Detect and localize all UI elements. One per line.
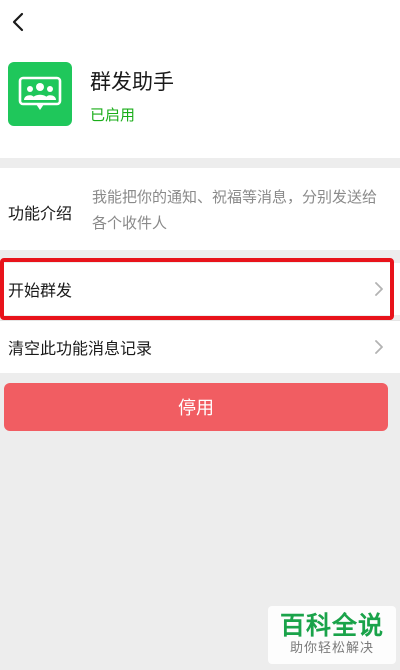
intro-text: 我能把你的通知、祝福等消息，分别发送给各个收件人 [92,188,378,232]
watermark-subtitle: 助你轻松解决 [289,641,374,656]
app-name: 群发助手 [90,70,174,94]
clear-records-label: 清空此功能消息记录 [8,339,153,358]
group-chat-icon [8,62,72,126]
chevron-right-icon [375,282,383,296]
clear-records-row[interactable]: 清空此功能消息记录 [0,321,400,373]
back-button[interactable] [0,0,36,44]
app-header-card: 群发助手 已启用 [0,0,400,158]
app-status: 已启用 [90,106,136,124]
start-broadcast-row[interactable]: 开始群发 [0,263,400,315]
intro-label: 功能介绍 [8,204,73,223]
disable-button[interactable]: 停用 [4,383,388,431]
watermark-logo: 百科全说 助你轻松解决 [268,606,396,664]
watermark-title: 百科全说 [279,611,384,640]
start-broadcast-label: 开始群发 [8,281,73,300]
chevron-left-icon [12,12,24,32]
screen: 群发助手 已启用 功能介绍 我能把你的通知、祝福等消息，分别发送给各个收件人 开… [0,0,400,670]
chevron-right-icon [375,340,383,354]
